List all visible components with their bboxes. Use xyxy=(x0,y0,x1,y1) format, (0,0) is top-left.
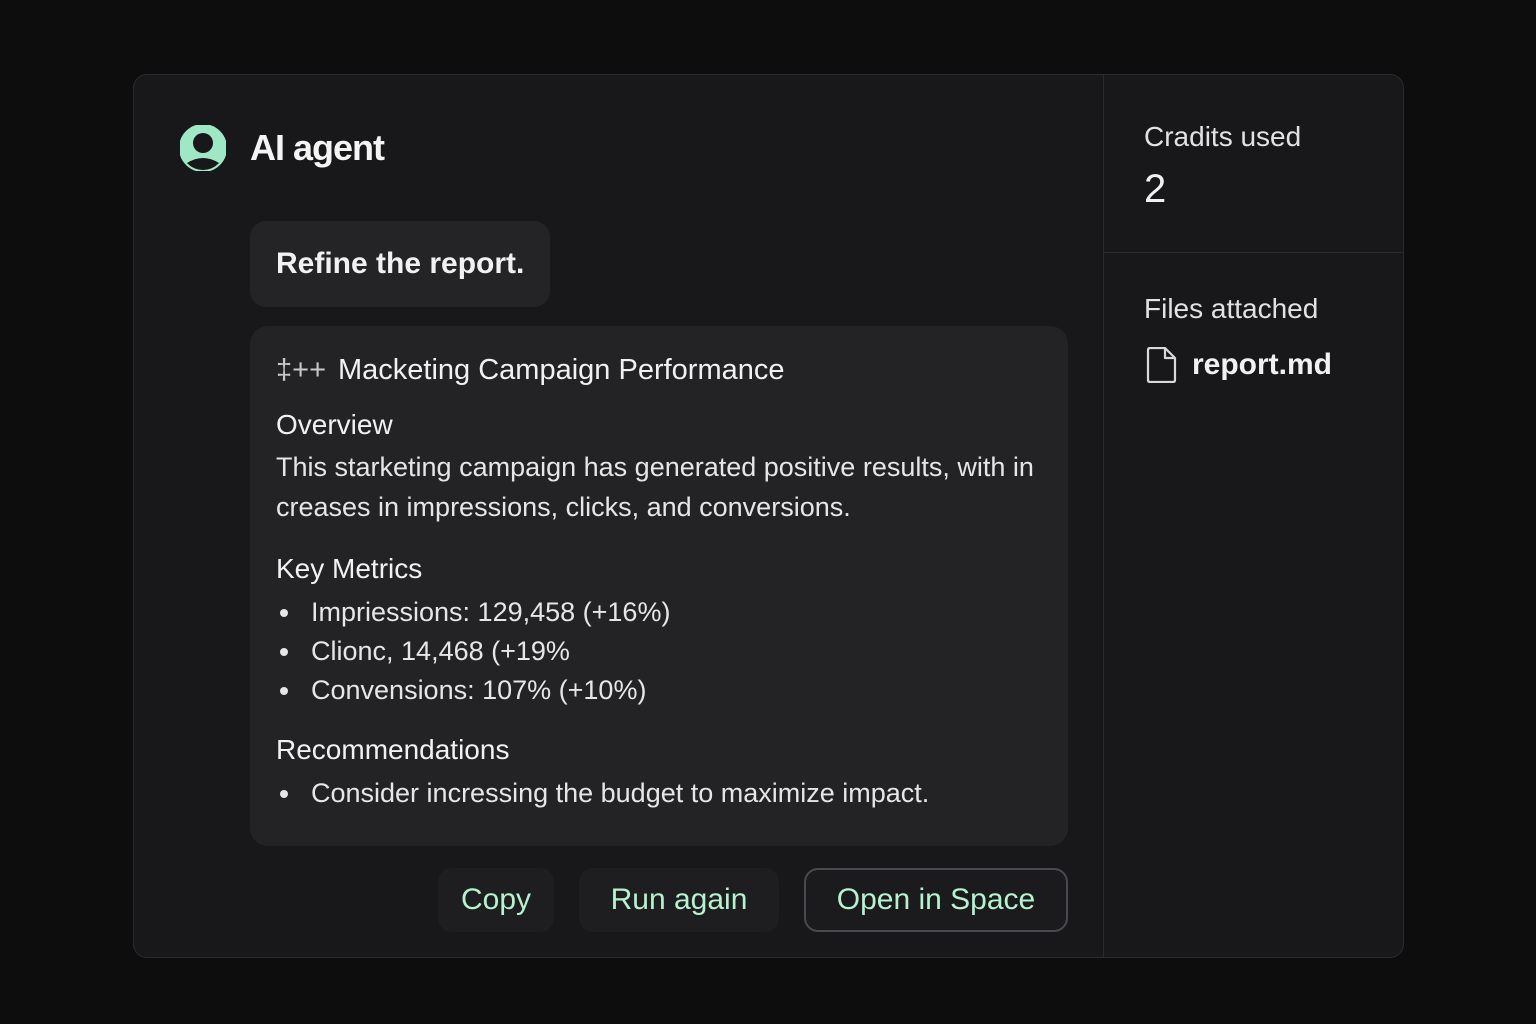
report-title: Macketing Campaign Performance xyxy=(338,354,785,386)
metrics-title: Key Metrics xyxy=(276,553,423,584)
recommendation-text: Consider incressing the budget to maximi… xyxy=(311,778,930,808)
files-label: Files attached xyxy=(1144,293,1319,324)
list-item: Clionc, 14,468 (+19% xyxy=(276,632,1042,671)
recommendations-title: Recommendations xyxy=(276,734,510,765)
file-item[interactable]: report.md xyxy=(1144,347,1403,383)
run-again-button[interactable]: Run again xyxy=(579,868,779,932)
credits-label: Cradits used xyxy=(1144,121,1302,152)
metrics-list: Impriessions: 129,458 (+16%) Clionc, 14,… xyxy=(276,593,1042,710)
recommendations-list: Consider incressing the budget to maximi… xyxy=(276,774,1042,813)
file-icon xyxy=(1146,347,1177,383)
credits-section: Cradits used 2 xyxy=(1104,75,1403,253)
bullet-icon xyxy=(280,687,288,695)
chat-panel: AI agent Refine the report. ‡++ Macketing… xyxy=(134,75,1104,957)
open-in-space-button[interactable]: Open in Space xyxy=(804,868,1068,932)
heading-marker: ‡++ xyxy=(276,354,326,386)
list-item: Consider incressing the budget to maximi… xyxy=(276,774,1042,813)
info-sidebar: Cradits used 2 Files attached report.md xyxy=(1104,75,1403,957)
list-item: Impriessions: 129,458 (+16%) xyxy=(276,593,1042,632)
overview-text: This starketing campaign has generated p… xyxy=(276,452,1034,522)
bullet-icon xyxy=(280,609,288,617)
bullet-icon xyxy=(280,790,288,798)
metric-impressions: Impriessions: 129,458 (+16%) xyxy=(311,597,671,627)
copy-button[interactable]: Copy xyxy=(438,868,554,932)
agent-window: AI agent Refine the report. ‡++ Macketing… xyxy=(133,74,1404,958)
report-card: ‡++ Macketing Campaign Performance Overvi… xyxy=(250,326,1068,846)
bullet-icon xyxy=(280,648,288,656)
files-section: Files attached report.md xyxy=(1104,253,1403,383)
user-message: Refine the report. xyxy=(250,221,551,307)
action-bar: Copy Run again Open in Space xyxy=(438,868,1068,932)
file-name: report.md xyxy=(1192,348,1333,381)
report-heading: ‡++ Macketing Campaign Performance xyxy=(276,354,1042,387)
header: AI agent xyxy=(180,125,385,171)
metric-conversions: Convensions: 107% (+10%) xyxy=(311,675,647,705)
list-item: Convensions: 107% (+10%) xyxy=(276,671,1042,710)
overview-title: Overview xyxy=(276,409,393,440)
agent-title: AI agent xyxy=(250,127,385,168)
credits-value: 2 xyxy=(1144,167,1167,211)
metric-clicks: Clionc, 14,468 (+19% xyxy=(311,636,570,666)
user-avatar-icon xyxy=(180,125,226,171)
